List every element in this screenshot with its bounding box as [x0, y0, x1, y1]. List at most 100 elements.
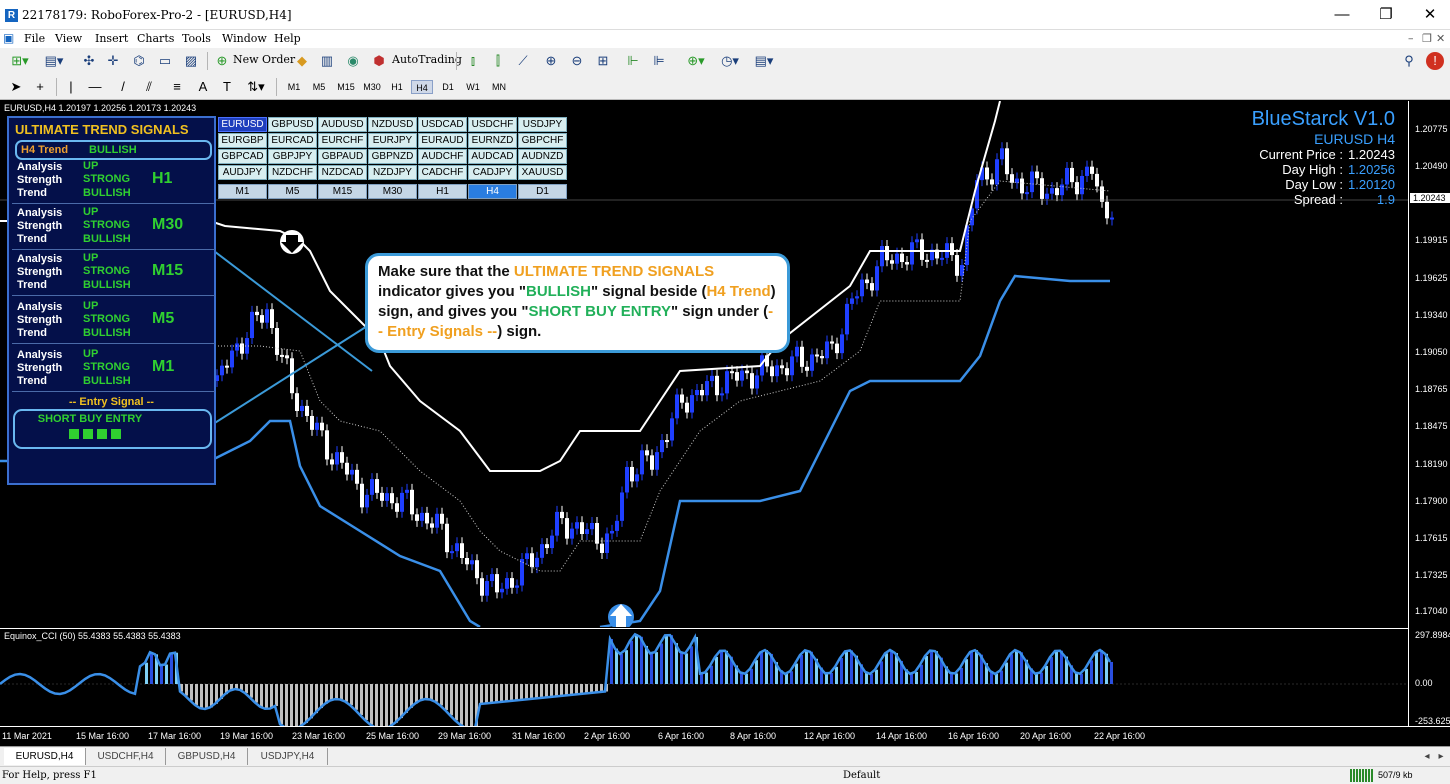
- maximize-button[interactable]: ❐: [1366, 4, 1406, 26]
- pair-tf-button-h1[interactable]: H1: [418, 184, 467, 199]
- pair-button-eurnzd[interactable]: EURNZD: [468, 133, 517, 148]
- tf-m1[interactable]: M1: [285, 80, 303, 94]
- navigator-icon[interactable]: ⌬: [130, 52, 148, 70]
- tf-d1[interactable]: D1: [439, 80, 457, 94]
- tf-h1[interactable]: H1: [388, 80, 406, 94]
- terminal-icon[interactable]: ▭: [156, 52, 174, 70]
- cursor-icon[interactable]: ➤: [8, 78, 24, 96]
- tf-h4[interactable]: H4: [411, 80, 433, 94]
- templates-icon[interactable]: ▤▾: [750, 52, 778, 70]
- line-chart-icon[interactable]: ⟋: [514, 52, 532, 70]
- pair-button-gbpusd[interactable]: GBPUSD: [268, 117, 317, 132]
- menu-tools[interactable]: Tools: [182, 32, 211, 45]
- vertical-line-icon[interactable]: |: [64, 78, 78, 96]
- pair-button-eurusd[interactable]: EURUSD: [218, 117, 267, 132]
- pair-button-eurcad[interactable]: EURCAD: [268, 133, 317, 148]
- fibonacci-icon[interactable]: ≡: [168, 78, 186, 96]
- crosshair-icon[interactable]: +: [32, 78, 48, 96]
- new-chart-icon[interactable]: ⊞▾: [6, 52, 34, 70]
- market-watch-icon[interactable]: ✣: [80, 52, 98, 70]
- child-close-button[interactable]: ✕: [1436, 32, 1445, 45]
- pair-button-usdchf[interactable]: USDCHF: [468, 117, 517, 132]
- pair-button-nzdcad[interactable]: NZDCAD: [318, 165, 367, 180]
- autotrading-icon[interactable]: ⬢: [370, 52, 388, 70]
- pair-tf-button-m1[interactable]: M1: [218, 184, 267, 199]
- pair-button-usdcad[interactable]: USDCAD: [418, 117, 467, 132]
- search-icon[interactable]: ⚲: [1400, 52, 1418, 70]
- autotrading-button[interactable]: AutoTrading: [392, 53, 462, 66]
- channel-icon[interactable]: ⫽: [140, 78, 158, 96]
- tab-eurusd-h4[interactable]: EURUSD,H4: [4, 748, 86, 765]
- notification-icon[interactable]: !: [1426, 52, 1444, 70]
- close-button[interactable]: ✕: [1410, 4, 1450, 26]
- trendline-icon[interactable]: /: [116, 78, 130, 96]
- label-icon[interactable]: T: [220, 78, 234, 96]
- pair-button-cadjpy[interactable]: CADJPY: [468, 165, 517, 180]
- tf-mn[interactable]: MN: [488, 80, 510, 94]
- pair-button-audjpy[interactable]: AUDJPY: [218, 165, 267, 180]
- metaeditor-icon[interactable]: ◆: [293, 52, 311, 70]
- autoscroll-icon[interactable]: ⊩: [624, 52, 642, 70]
- pair-button-gbpaud[interactable]: GBPAUD: [318, 149, 367, 164]
- cci-indicator-window[interactable]: Equinox_CCI (50) 55.4383 55.4383 55.4383: [0, 628, 1408, 726]
- menu-window[interactable]: Window: [222, 32, 267, 45]
- arrows-icon[interactable]: ⇅▾: [244, 78, 268, 96]
- horizontal-line-icon[interactable]: —: [88, 78, 102, 96]
- pair-button-nzdchf[interactable]: NZDCHF: [268, 165, 317, 180]
- pair-button-nzdjpy[interactable]: NZDJPY: [368, 165, 417, 180]
- pair-button-eurchf[interactable]: EURCHF: [318, 133, 367, 148]
- zoom-out-icon[interactable]: ⊖: [568, 52, 586, 70]
- menu-help[interactable]: Help: [274, 32, 301, 45]
- profiles-icon[interactable]: ▤▾: [40, 52, 68, 70]
- pair-button-gbpnzd[interactable]: GBPNZD: [368, 149, 417, 164]
- new-order-button[interactable]: New Order: [233, 53, 295, 66]
- tf-m5[interactable]: M5: [309, 80, 329, 94]
- tf-m15[interactable]: M15: [334, 80, 358, 94]
- tf-w1[interactable]: W1: [463, 80, 483, 94]
- pair-button-audnzd[interactable]: AUDNZD: [518, 149, 567, 164]
- new-order-icon[interactable]: ⊕: [214, 52, 230, 70]
- tab-scroll-right-icon[interactable]: ▸: [1434, 748, 1448, 765]
- tab-scroll-left-icon[interactable]: ◂: [1420, 748, 1434, 765]
- child-minimize-button[interactable]: –: [1408, 32, 1414, 45]
- menu-file[interactable]: File: [24, 32, 45, 45]
- bar-chart-icon[interactable]: ⫾: [464, 52, 482, 70]
- data-window-icon[interactable]: ✛: [104, 52, 122, 70]
- pair-button-euraud[interactable]: EURAUD: [418, 133, 467, 148]
- periods-icon[interactable]: ◷▾: [716, 52, 744, 70]
- pair-button-gbpchf[interactable]: GBPCHF: [518, 133, 567, 148]
- pair-button-nzdusd[interactable]: NZDUSD: [368, 117, 417, 132]
- pair-button-eurgbp[interactable]: EURGBP: [218, 133, 267, 148]
- tile-windows-icon[interactable]: ⊞: [594, 52, 612, 70]
- chart-shift-icon[interactable]: ⊫: [650, 52, 668, 70]
- indicators-icon[interactable]: ⊕▾: [682, 52, 710, 70]
- text-icon[interactable]: A: [196, 78, 210, 96]
- tab-gbpusd-h4[interactable]: GBPUSD,H4: [166, 748, 248, 765]
- tab-usdjpy-h4[interactable]: USDJPY,H4: [248, 748, 328, 765]
- print-icon[interactable]: ▥: [318, 52, 336, 70]
- pair-tf-button-m30[interactable]: M30: [368, 184, 417, 199]
- pair-button-gbpcad[interactable]: GBPCAD: [218, 149, 267, 164]
- zoom-in-icon[interactable]: ⊕: [542, 52, 560, 70]
- pair-button-audchf[interactable]: AUDCHF: [418, 149, 467, 164]
- menu-view[interactable]: View: [55, 32, 82, 45]
- minimize-button[interactable]: —: [1322, 4, 1362, 26]
- tab-usdchf-h4[interactable]: USDCHF,H4: [86, 748, 166, 765]
- pair-tf-button-h4[interactable]: H4: [468, 184, 517, 199]
- market-icon[interactable]: ◉: [344, 52, 362, 70]
- child-restore-button[interactable]: ❐: [1422, 32, 1432, 45]
- menu-insert[interactable]: Insert: [95, 32, 128, 45]
- pair-button-usdjpy[interactable]: USDJPY: [518, 117, 567, 132]
- pair-tf-button-d1[interactable]: D1: [518, 184, 567, 199]
- chart-menu-icon[interactable]: ▣: [3, 31, 14, 45]
- pair-button-xauusd[interactable]: XAUUSD: [518, 165, 567, 180]
- pair-tf-button-m5[interactable]: M5: [268, 184, 317, 199]
- menu-charts[interactable]: Charts: [137, 32, 174, 45]
- candlestick-icon[interactable]: ⫿: [489, 52, 507, 70]
- pair-button-audcad[interactable]: AUDCAD: [468, 149, 517, 164]
- tf-m30[interactable]: M30: [360, 80, 384, 94]
- pair-tf-button-m15[interactable]: M15: [318, 184, 367, 199]
- pair-button-eurjpy[interactable]: EURJPY: [368, 133, 417, 148]
- tester-icon[interactable]: ▨: [182, 52, 200, 70]
- pair-button-gbpjpy[interactable]: GBPJPY: [268, 149, 317, 164]
